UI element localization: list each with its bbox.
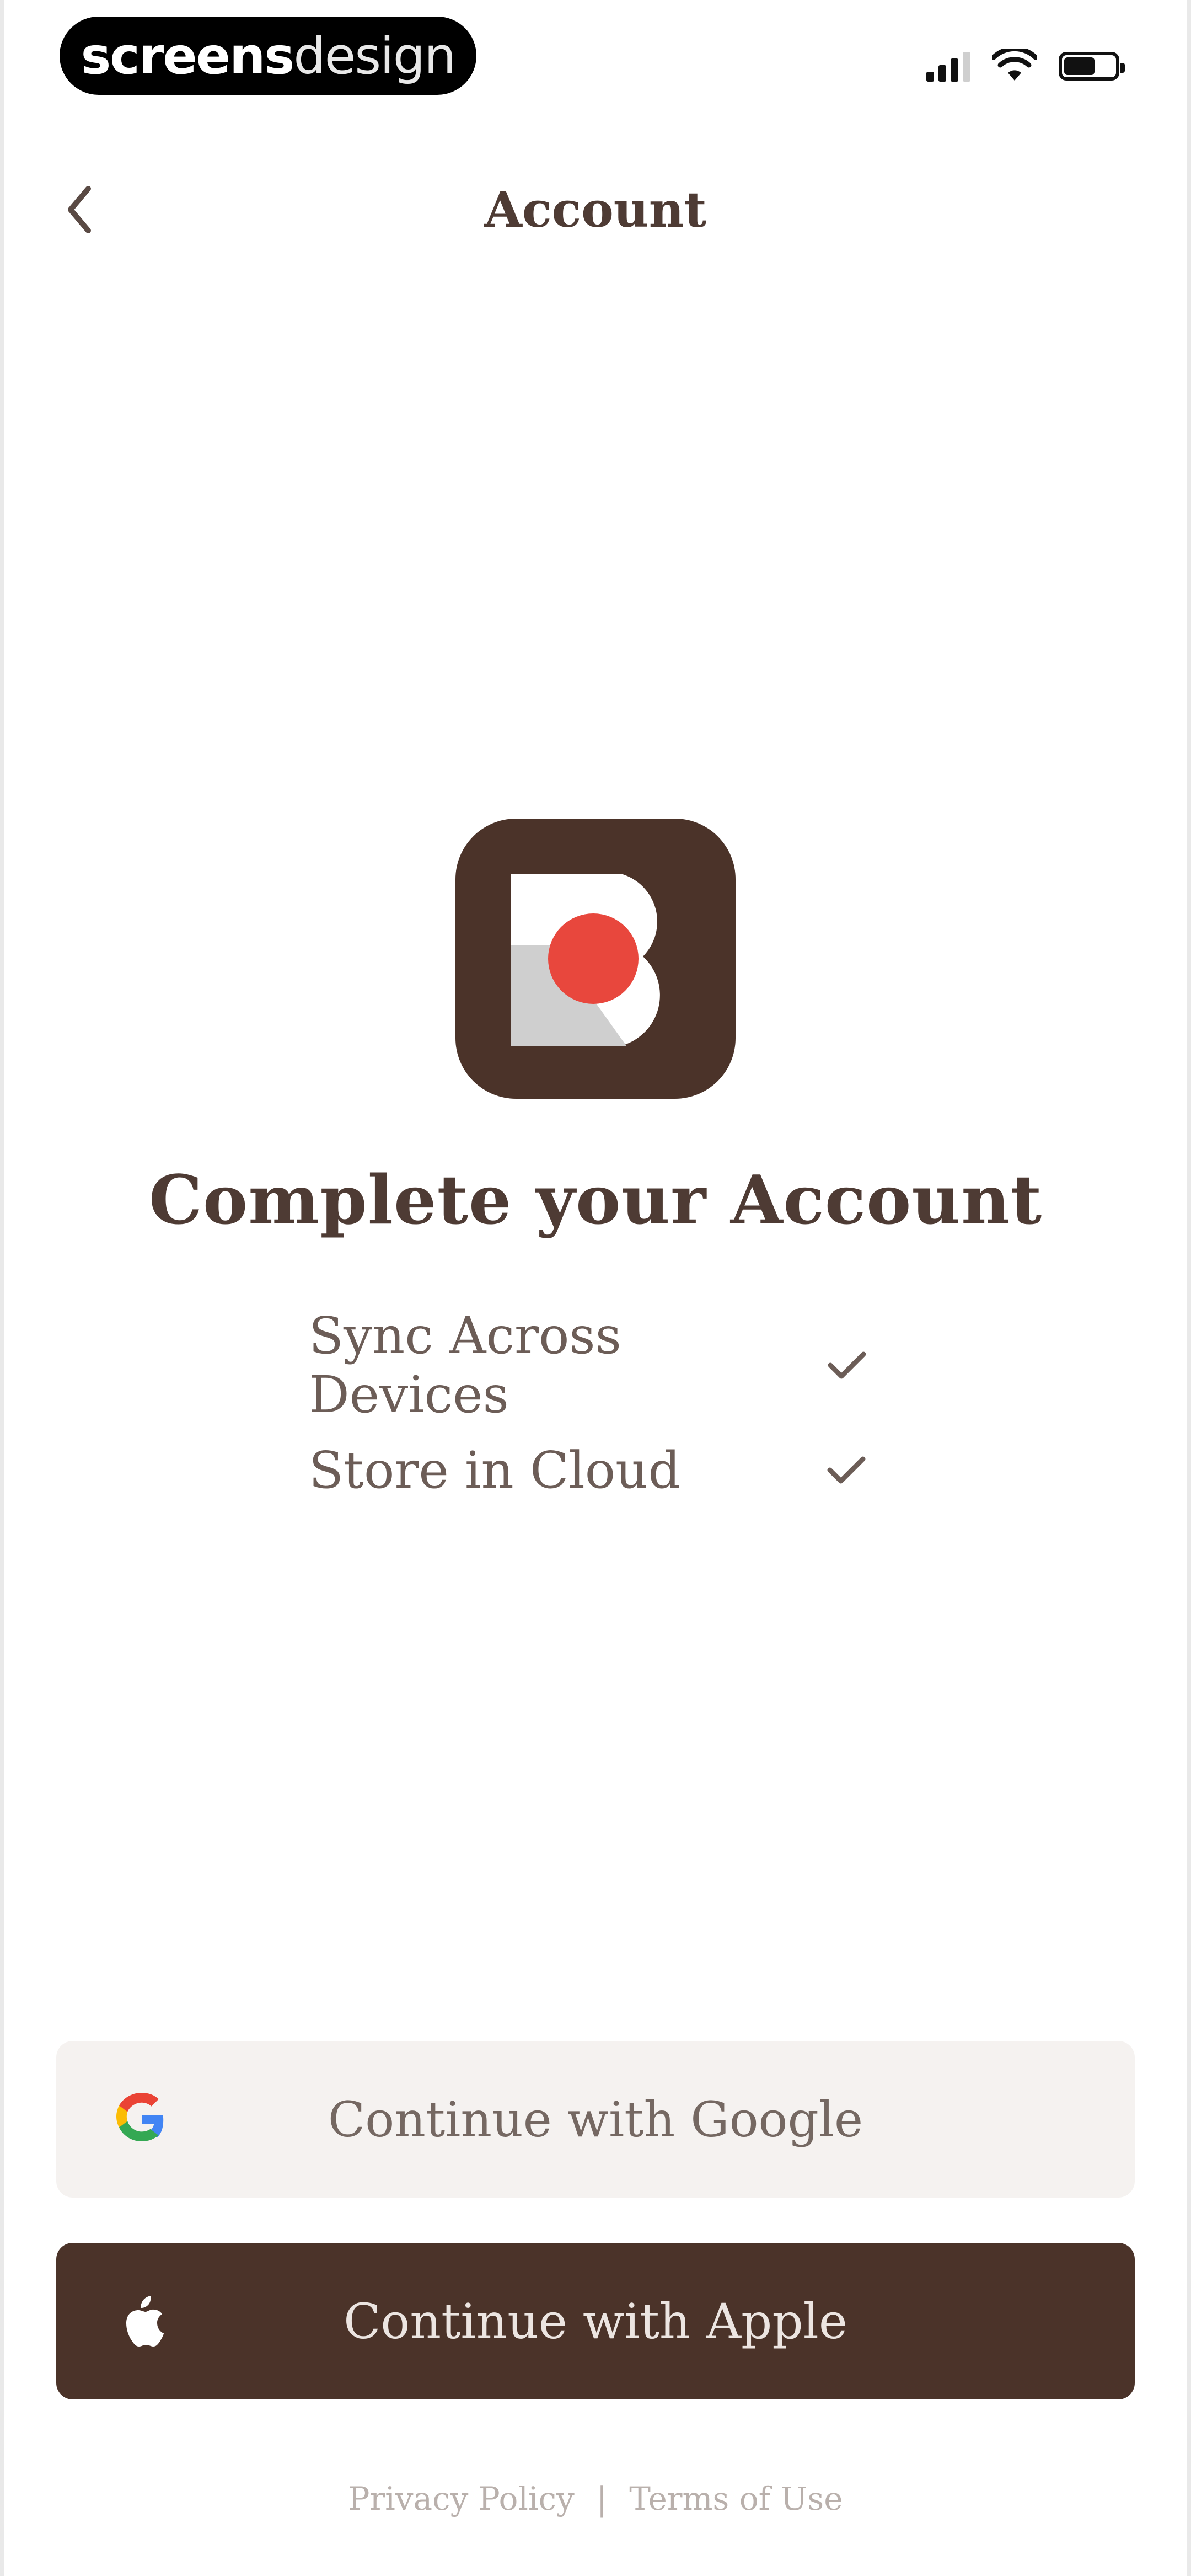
google-icon [111, 2089, 172, 2150]
legal-links: Privacy Policy | Terms of Use [0, 2471, 1191, 2526]
app-logo-b-icon [455, 819, 736, 1099]
headline: Complete your Account [148, 1160, 1043, 1239]
wifi-icon [993, 49, 1037, 81]
checkmark-icon [823, 1340, 871, 1390]
privacy-policy-link[interactable]: Privacy Policy [348, 2480, 574, 2518]
frame-edge-left [0, 0, 4, 2576]
frame-edge-right [1187, 0, 1191, 2576]
apple-button-label: Continue with Apple [344, 2292, 847, 2350]
feature-label: Sync Across Devices [309, 1306, 621, 1424]
battery-icon [1059, 52, 1125, 81]
continue-with-apple-button[interactable]: Continue with Apple [56, 2243, 1135, 2399]
continue-with-google-button[interactable]: Continue with Google [56, 2041, 1135, 2198]
cellular-signal-icon [926, 51, 970, 82]
terms-of-use-link[interactable]: Terms of Use [629, 2480, 843, 2518]
apple-icon [111, 2291, 172, 2351]
feature-label: Store in Cloud [309, 1440, 681, 1500]
feature-item: Sync Across Devices [309, 1306, 871, 1424]
page-title: Account [484, 181, 707, 238]
status-icons [926, 44, 1125, 88]
badge-text-bold: screens [81, 26, 295, 85]
checkmark-icon [822, 1445, 871, 1495]
screensdesign-badge: screens design [60, 17, 476, 95]
legal-separator: | [596, 2480, 608, 2518]
badge-text-light: design [293, 26, 456, 85]
feature-item: Store in Cloud [309, 1418, 871, 1522]
feature-list: Sync Across Devices Store in Cloud [309, 1306, 871, 1522]
google-button-label: Continue with Google [328, 2091, 863, 2148]
